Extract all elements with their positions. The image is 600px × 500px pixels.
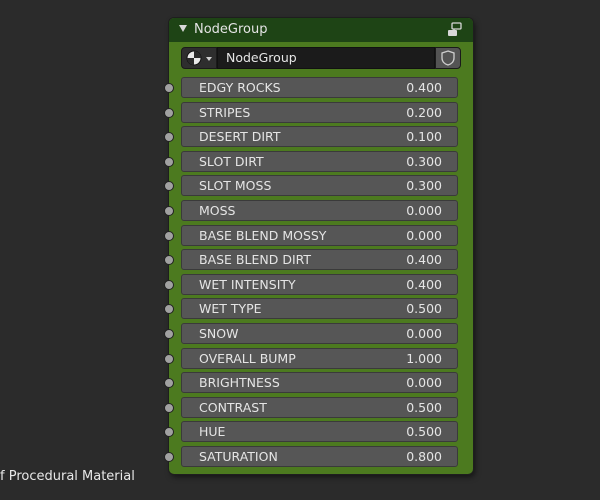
input-value: 0.000 — [406, 203, 442, 218]
input-field-desert-dirt[interactable]: DESERT DIRT 0.100 — [181, 126, 458, 147]
input-value: 0.200 — [406, 105, 442, 120]
input-field-slot-moss[interactable]: SLOT MOSS 0.300 — [181, 175, 458, 196]
input-field-stripes[interactable]: STRIPES 0.200 — [181, 102, 458, 123]
fake-user-button[interactable] — [435, 47, 461, 69]
input-field-contrast[interactable]: CONTRAST 0.500 — [181, 397, 458, 418]
input-label: BASE BLEND DIRT — [199, 252, 312, 267]
input-value: 0.100 — [406, 129, 442, 144]
input-value: 0.500 — [406, 424, 442, 439]
node-group-selector: NodeGroup — [181, 47, 461, 69]
input-label: DESERT DIRT — [199, 129, 281, 144]
input-socket[interactable] — [164, 354, 174, 364]
input-label: OVERALL BUMP — [199, 351, 296, 366]
input-label: MOSS — [199, 203, 236, 218]
input-value: 0.300 — [406, 154, 442, 169]
input-field-wet-type[interactable]: WET TYPE 0.500 — [181, 298, 458, 319]
input-value: 0.000 — [406, 228, 442, 243]
input-field-snow[interactable]: SNOW 0.000 — [181, 323, 458, 344]
input-field-hue[interactable]: HUE 0.500 — [181, 421, 458, 442]
input-socket[interactable] — [164, 452, 174, 462]
chevron-down-icon — [206, 57, 212, 61]
node-title: NodeGroup — [194, 22, 268, 37]
material-sphere-icon — [186, 50, 202, 66]
input-socket[interactable] — [164, 132, 174, 142]
input-value: 0.800 — [406, 449, 442, 464]
input-label: EDGY ROCKS — [199, 80, 281, 95]
input-value: 0.000 — [406, 375, 442, 390]
input-value: 0.400 — [406, 252, 442, 267]
input-label: STRIPES — [199, 105, 251, 120]
material-name-label: f Procedural Material — [0, 469, 135, 484]
input-socket[interactable] — [164, 427, 174, 437]
input-socket[interactable] — [164, 157, 174, 167]
input-socket[interactable] — [164, 231, 174, 241]
input-field-base-blend-mossy[interactable]: BASE BLEND MOSSY 0.000 — [181, 225, 458, 246]
input-socket[interactable] — [164, 83, 174, 93]
input-label: SNOW — [199, 326, 239, 341]
input-socket[interactable] — [164, 304, 174, 314]
input-socket[interactable] — [164, 280, 174, 290]
node-editor-canvas[interactable]: NodeGroup NodeGroup EDGY ROCKS 0.400 STR… — [0, 0, 600, 500]
input-field-moss[interactable]: MOSS 0.000 — [181, 200, 458, 221]
node-header[interactable]: NodeGroup — [169, 18, 473, 42]
node-group-name-field[interactable]: NodeGroup — [217, 47, 435, 69]
input-label: SLOT DIRT — [199, 154, 264, 169]
input-label: WET INTENSITY — [199, 277, 296, 292]
input-value: 0.400 — [406, 80, 442, 95]
input-value: 0.000 — [406, 326, 442, 341]
input-socket[interactable] — [164, 108, 174, 118]
input-field-overall-bump[interactable]: OVERALL BUMP 1.000 — [181, 348, 458, 369]
input-field-base-blend-dirt[interactable]: BASE BLEND DIRT 0.400 — [181, 249, 458, 270]
input-value: 0.500 — [406, 400, 442, 415]
input-socket[interactable] — [164, 206, 174, 216]
input-label: BRIGHTNESS — [199, 375, 280, 390]
input-value: 0.500 — [406, 301, 442, 316]
input-socket[interactable] — [164, 329, 174, 339]
input-label: WET TYPE — [199, 301, 262, 316]
input-socket[interactable] — [164, 181, 174, 191]
input-field-slot-dirt[interactable]: SLOT DIRT 0.300 — [181, 151, 458, 172]
input-socket[interactable] — [164, 403, 174, 413]
node-group-icon[interactable] — [447, 22, 463, 38]
input-value: 1.000 — [406, 351, 442, 366]
input-value: 0.300 — [406, 178, 442, 193]
input-label: SATURATION — [199, 449, 278, 464]
input-label: HUE — [199, 424, 226, 439]
input-socket[interactable] — [164, 378, 174, 388]
input-field-edgy-rocks[interactable]: EDGY ROCKS 0.400 — [181, 77, 458, 98]
input-label: SLOT MOSS — [199, 178, 272, 193]
input-label: BASE BLEND MOSSY — [199, 228, 327, 243]
chevron-down-icon[interactable] — [179, 25, 187, 32]
input-label: CONTRAST — [199, 400, 267, 415]
input-socket[interactable] — [164, 255, 174, 265]
input-field-saturation[interactable]: SATURATION 0.800 — [181, 446, 458, 467]
input-field-brightness[interactable]: BRIGHTNESS 0.000 — [181, 372, 458, 393]
browse-node-group-button[interactable] — [181, 47, 217, 69]
shield-icon — [441, 50, 455, 66]
input-value: 0.400 — [406, 277, 442, 292]
input-field-wet-intensity[interactable]: WET INTENSITY 0.400 — [181, 274, 458, 295]
